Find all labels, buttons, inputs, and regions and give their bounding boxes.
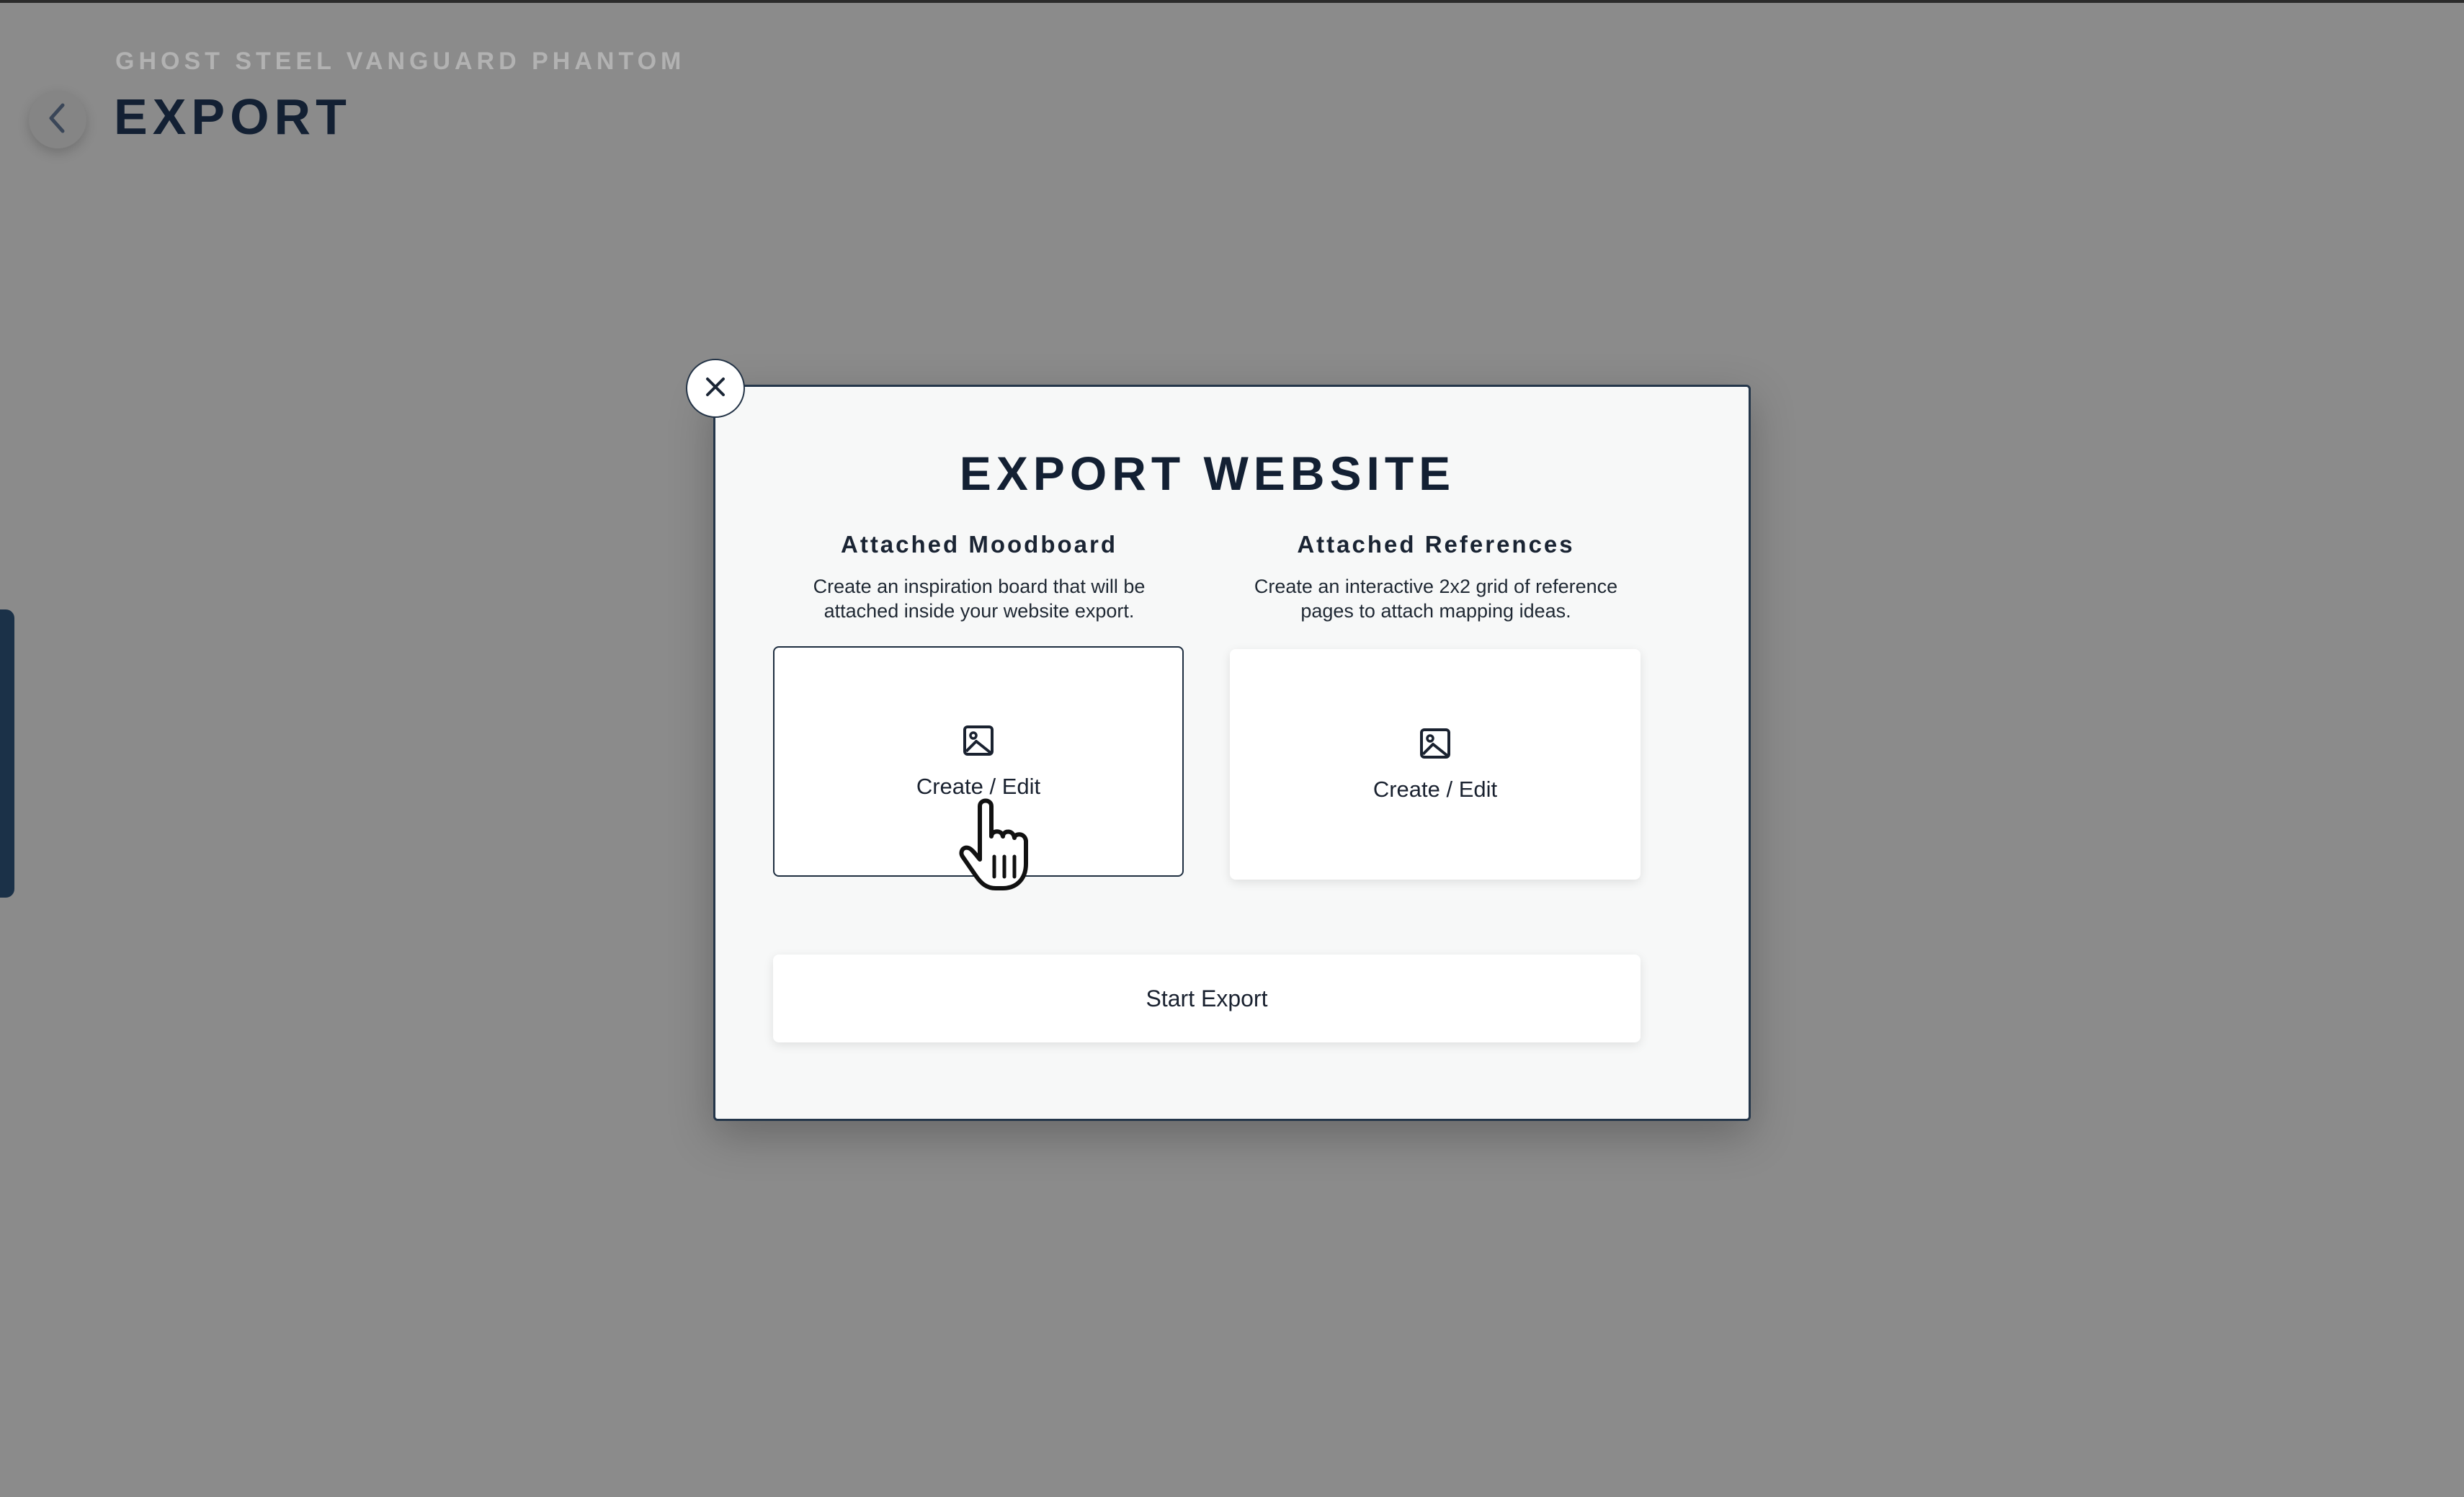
references-heading: Attached References bbox=[1297, 531, 1575, 558]
close-icon bbox=[703, 375, 728, 403]
project-name: GHOST STEEL VANGUARD PHANTOM bbox=[115, 48, 686, 75]
moodboard-heading: Attached Moodboard bbox=[841, 531, 1117, 558]
start-export-button[interactable]: Start Export bbox=[773, 955, 1641, 1042]
close-modal-button[interactable] bbox=[686, 359, 745, 418]
export-page: GHOST STEEL VANGUARD PHANTOM EXPORT EXPO… bbox=[0, 0, 2464, 1497]
references-section: Attached References Create an interactiv… bbox=[1230, 531, 1642, 623]
moodboard-section: Attached Moodboard Create an inspiration… bbox=[773, 531, 1185, 623]
moodboard-description: Create an inspiration board that will be… bbox=[813, 576, 1146, 622]
references-create-edit-button[interactable]: Create / Edit bbox=[1230, 649, 1641, 880]
references-create-edit-label: Create / Edit bbox=[1372, 776, 1498, 802]
side-panel-tab[interactable] bbox=[0, 609, 14, 898]
page-title: EXPORT bbox=[114, 89, 352, 145]
moodboard-create-edit-label: Create / Edit bbox=[916, 773, 1041, 799]
references-description: Create an interactive 2x2 grid of refere… bbox=[1254, 576, 1618, 622]
modal-title: EXPORT WEBSITE bbox=[959, 447, 1456, 500]
image-icon bbox=[962, 724, 995, 761]
export-website-modal: EXPORT WEBSITE Attached Moodboard Create… bbox=[713, 385, 1751, 1121]
chevron-left-icon bbox=[43, 101, 72, 139]
moodboard-create-edit-button[interactable]: Create / Edit bbox=[773, 646, 1184, 877]
image-icon bbox=[1419, 727, 1452, 764]
back-button[interactable] bbox=[29, 91, 86, 148]
